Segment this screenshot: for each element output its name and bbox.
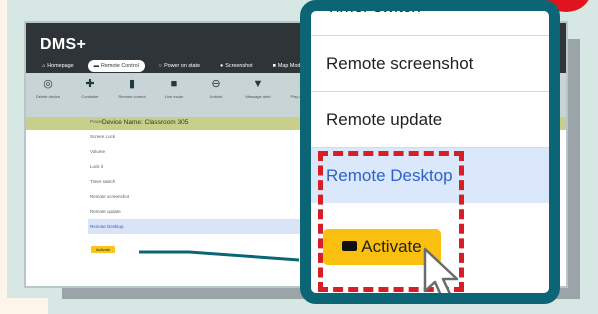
- home-icon: ⌂: [42, 63, 46, 69]
- menu-item-timer-switch[interactable]: Timer switch: [88, 174, 308, 189]
- tool-live-mode[interactable]: ■ Live mode: [154, 77, 194, 99]
- menu-item-remote-screenshot[interactable]: Remote screenshot: [88, 189, 308, 204]
- app-brand: DMS+: [40, 36, 87, 53]
- plus-icon: ✚: [85, 78, 95, 90]
- zoom-item-remote-screenshot[interactable]: Remote screenshot: [311, 35, 549, 91]
- tool-remote-control[interactable]: ▮ Remote control: [112, 77, 152, 99]
- power-icon: ○: [158, 63, 163, 69]
- cursor-icon: [423, 247, 459, 293]
- command-menu: Power Screen Lock Volume Lock it Timer s…: [88, 114, 308, 234]
- tool-unbind[interactable]: ⊖ Unbind: [196, 77, 236, 99]
- menu-item-power[interactable]: Power: [88, 114, 308, 129]
- square-icon: ■: [170, 78, 178, 90]
- tool-delete-device[interactable]: ◎ Delete device: [28, 77, 68, 99]
- nav-power-on-state[interactable]: ○ Power on state: [153, 60, 206, 72]
- zoom-item-remote-update[interactable]: Remote update: [311, 91, 549, 147]
- nav-screenshot[interactable]: ● Screenshot: [214, 60, 259, 72]
- nav-remote-control[interactable]: ▬ Remote Control: [87, 60, 145, 72]
- mini-activate-button[interactable]: Activate: [91, 246, 115, 253]
- menu-item-screen-lock[interactable]: Screen Lock: [88, 129, 308, 144]
- menu-item-lock-it[interactable]: Lock it: [88, 159, 308, 174]
- tool-controller[interactable]: ✚ Controller: [70, 77, 110, 99]
- remote-icon: ▬: [93, 63, 100, 69]
- tv-icon: ◎: [43, 78, 53, 90]
- nav-homepage[interactable]: ⌂ Homepage: [36, 60, 80, 72]
- zoom-connector: [139, 250, 299, 262]
- tool-message-alert[interactable]: ▼ Message alert: [238, 77, 278, 99]
- zoom-item-timer-switch[interactable]: Timer switch: [311, 11, 549, 35]
- phone-icon: ▮: [128, 78, 136, 90]
- map-icon: ■: [272, 63, 276, 69]
- menu-item-remote-update[interactable]: Remote update: [88, 204, 308, 219]
- top-nav: ⌂ Homepage ▬ Remote Control ○ Power on stat…: [36, 60, 309, 72]
- zoom-callout: Timer switch Remote screenshot Remote up…: [300, 0, 560, 304]
- link-icon: ⊖: [211, 78, 221, 90]
- menu-item-volume[interactable]: Volume: [88, 144, 308, 159]
- chat-icon: ▼: [252, 78, 264, 90]
- camera-icon: ●: [220, 63, 224, 69]
